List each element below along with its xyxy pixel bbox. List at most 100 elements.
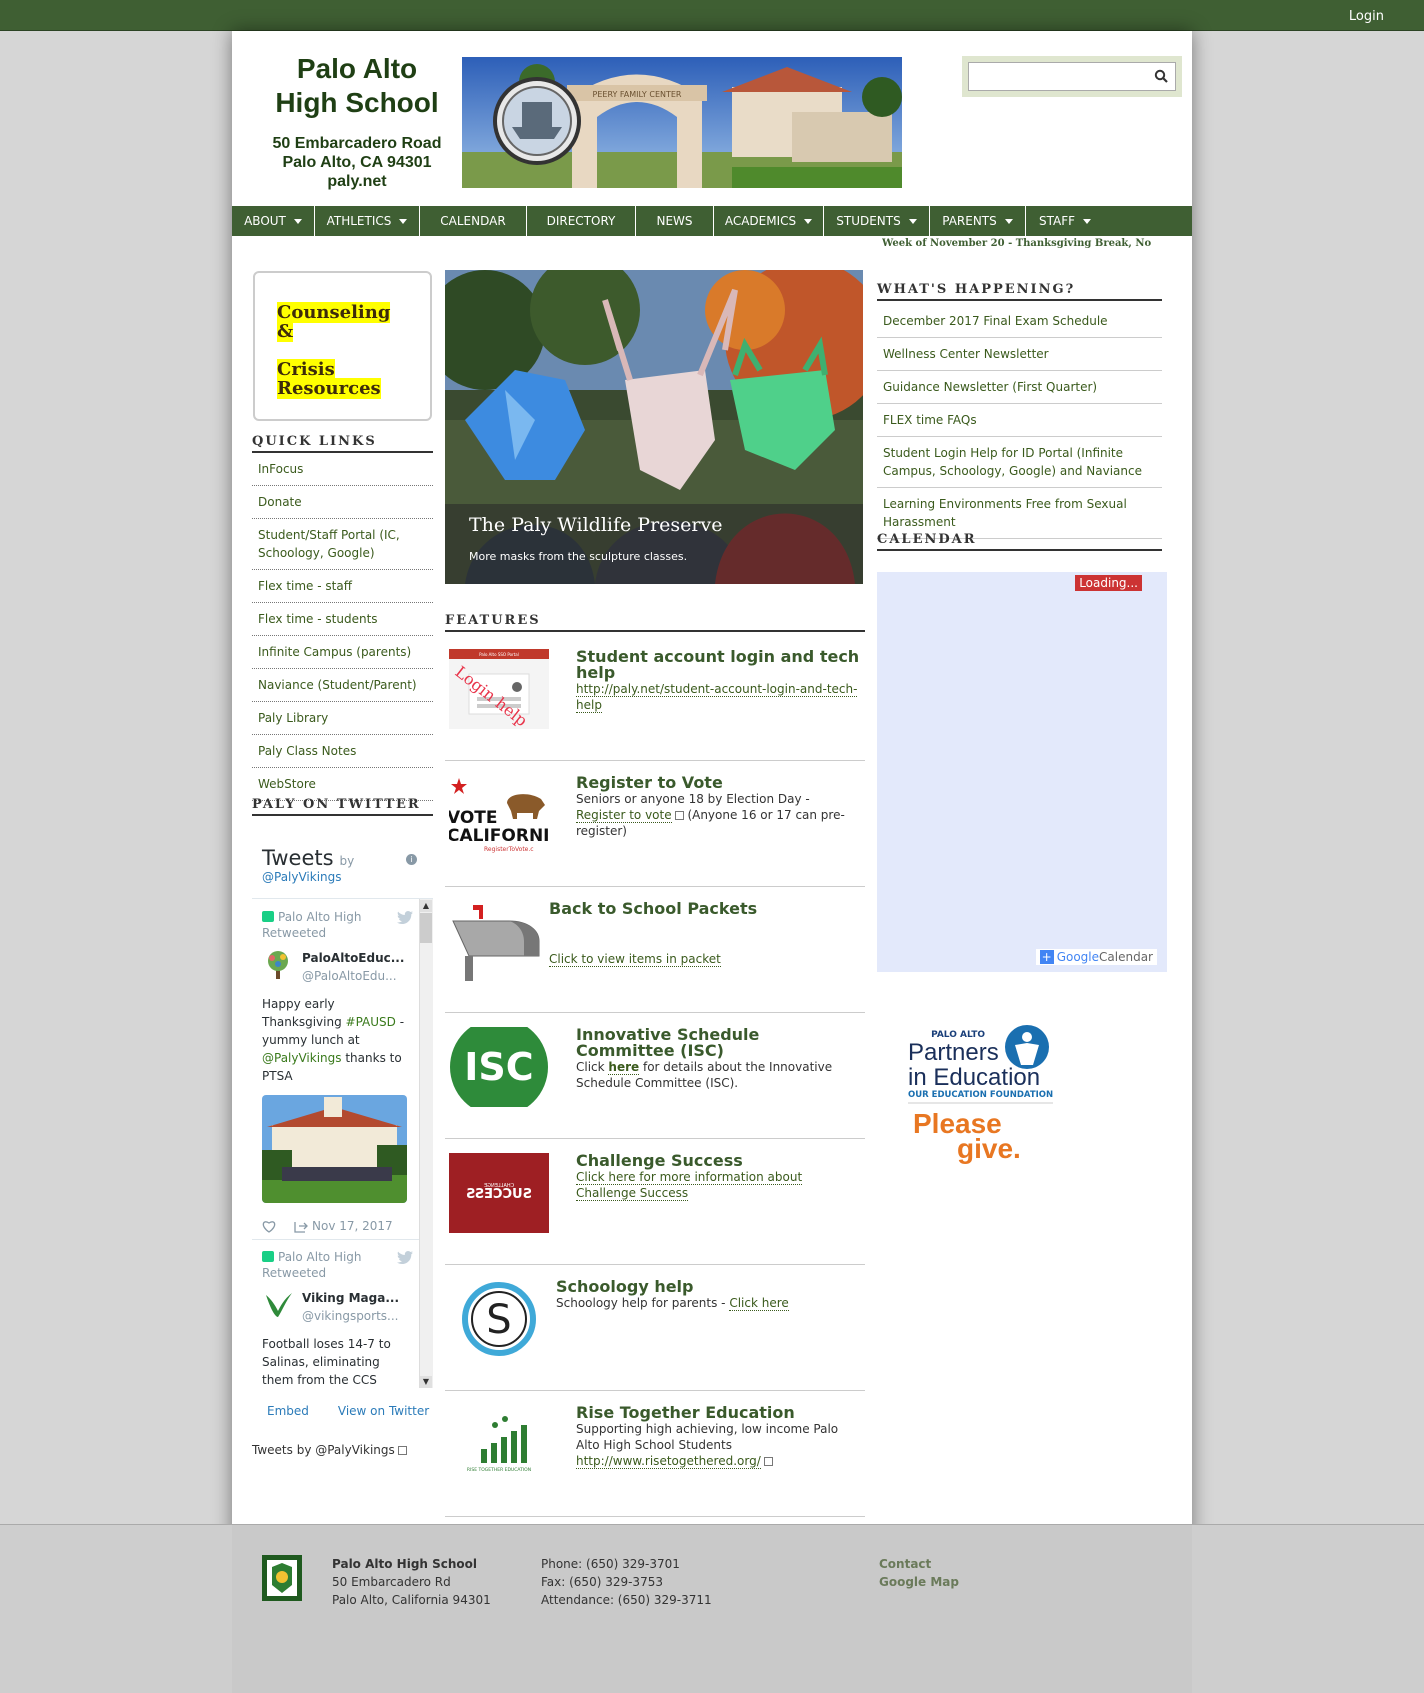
feature-title[interactable]: Challenge Success: [576, 1153, 861, 1169]
contact-link[interactable]: Contact: [879, 1555, 959, 1573]
feature-image[interactable]: VOTE CALIFORNI RegisterToVote.c: [449, 775, 549, 855]
google-calendar-button[interactable]: + GoogleCalendar: [1035, 949, 1157, 965]
whats-happening-item: December 2017 Final Exam Schedule: [877, 305, 1162, 338]
feature-title[interactable]: Back to School Packets: [549, 901, 861, 917]
google-calendar-embed[interactable]: Loading... + GoogleCalendar: [877, 572, 1167, 972]
quick-link[interactable]: Flex time - staff: [258, 579, 352, 593]
quick-link-item: Donate: [252, 486, 433, 519]
nav-academics[interactable]: ACADEMICS: [714, 206, 824, 236]
feature-title[interactable]: Schoology help: [556, 1279, 861, 1295]
retweeted-by[interactable]: Palo Alto High: [278, 910, 362, 924]
mention-link[interactable]: @PalyVikings: [262, 1051, 342, 1065]
tweet-date[interactable]: Nov 17, 2017: [312, 1217, 393, 1235]
nav-label: ACADEMICS: [724, 214, 797, 228]
feature-link[interactable]: Click to view items in packet: [549, 952, 721, 967]
nav-staff[interactable]: STAFF: [1026, 206, 1104, 236]
tweet-text: Happy early Thanksgiving #PAUSD - yummy …: [262, 995, 409, 1085]
info-icon[interactable]: i: [406, 854, 417, 865]
nav-news[interactable]: NEWS: [636, 206, 714, 236]
google-map-link[interactable]: Google Map: [879, 1573, 959, 1591]
tweet-photo[interactable]: [262, 1095, 407, 1203]
scroll-down-arrow[interactable]: ▼: [420, 1376, 432, 1388]
tweet-author-handle[interactable]: @vikingsports...: [302, 1307, 410, 1325]
nav-calendar[interactable]: CALENDAR: [420, 206, 527, 236]
external-link-icon: [763, 1457, 773, 1466]
nav-about[interactable]: ABOUT: [232, 206, 315, 236]
feature-title[interactable]: Innovative Schedule Committee (ISC): [576, 1027, 861, 1059]
nav-students[interactable]: STUDENTS: [824, 206, 930, 236]
tweets-title: Tweets by: [252, 830, 433, 870]
tweet-author-name[interactable]: PaloAltoEduc...: [302, 949, 410, 967]
quick-link[interactable]: InFocus: [258, 462, 303, 476]
feature-body: Register to Vote Seniors or anyone 18 by…: [576, 775, 861, 839]
feature-link[interactable]: http://www.risetogethered.org/: [576, 1454, 761, 1469]
slideshow[interactable]: The Paly Wildlife Preserve More masks fr…: [445, 270, 863, 584]
quick-link[interactable]: Donate: [258, 495, 302, 509]
twitter-handle-link[interactable]: @PalyVikings: [252, 870, 433, 884]
retweeted-by[interactable]: Palo Alto High: [278, 1250, 362, 1264]
quick-link[interactable]: WebStore: [258, 777, 316, 791]
school-logo-text[interactable]: Palo Alto High School 50 Embarcadero Roa…: [262, 52, 452, 191]
tweet-scrollbar[interactable]: ▲ ▼: [419, 899, 433, 1388]
feature-link[interactable]: Click here: [729, 1296, 789, 1311]
school-crest-logo[interactable]: [262, 1555, 302, 1601]
partners-in-education-ad[interactable]: PALO ALTO Partners in Education OUR EDUC…: [905, 1015, 1065, 1170]
search-icon[interactable]: [1154, 69, 1168, 83]
whats-happening-link[interactable]: Student Login Help for ID Portal (Infini…: [883, 446, 1142, 478]
feature-link[interactable]: Click here for more information about Ch…: [576, 1170, 803, 1201]
avatar[interactable]: [262, 949, 294, 981]
tweet-scroll-area[interactable]: Palo Alto High Retweeted PaloAltoEduc... …: [252, 898, 433, 1388]
view-on-twitter-link[interactable]: View on Twitter: [338, 1404, 429, 1418]
feature-title[interactable]: Student account login and tech help: [576, 649, 861, 681]
tweet-author-name[interactable]: Viking Maga...: [302, 1289, 410, 1307]
heart-icon[interactable]: [262, 1220, 276, 1233]
pie-ad-text: OUR EDUCATION FOUNDATION: [908, 1090, 1053, 1100]
avatar[interactable]: [262, 1289, 294, 1321]
feature-body: Challenge Success Click here for more in…: [576, 1153, 861, 1201]
nav-parents[interactable]: PARENTS: [930, 206, 1026, 236]
whats-happening-link[interactable]: Learning Environments Free from Sexual H…: [883, 497, 1127, 529]
schoology-logo-image[interactable]: S: [449, 1279, 549, 1359]
tweet[interactable]: Palo Alto High Retweeted Viking Maga... @…: [252, 1249, 419, 1388]
whats-happening-link[interactable]: Guidance Newsletter (First Quarter): [883, 380, 1097, 394]
nav-directory[interactable]: DIRECTORY: [527, 206, 636, 236]
news-ticker[interactable]: Week of November 20 - Thanksgiving Break…: [882, 238, 1152, 249]
quick-link[interactable]: Paly Library: [258, 711, 328, 725]
challenge-success-image[interactable]: SUCCESS CHALLENGE: [449, 1153, 549, 1233]
quick-link[interactable]: Paly Class Notes: [258, 744, 356, 758]
counseling-crisis-resources-button[interactable]: Counseling & Crisis Resources: [253, 271, 432, 421]
feature-link[interactable]: http://paly.net/student-account-login-an…: [576, 682, 858, 713]
search-input[interactable]: [968, 62, 1176, 91]
nav-athletics[interactable]: ATHLETICS: [315, 206, 420, 236]
scrollbar-thumb[interactable]: [420, 913, 432, 943]
feature-image[interactable]: Palo Alto SSO Portal Login help: [449, 649, 549, 729]
scroll-up-arrow[interactable]: ▲: [420, 900, 432, 912]
login-link[interactable]: Login: [1349, 9, 1384, 24]
feature-title[interactable]: Register to Vote: [576, 775, 861, 791]
hashtag-link[interactable]: #PAUSD: [346, 1015, 396, 1029]
whats-happening-link[interactable]: Wellness Center Newsletter: [883, 347, 1049, 361]
whats-happening-link[interactable]: FLEX time FAQs: [883, 413, 977, 427]
feature-item: ISC Innovative Schedule Committee (ISC) …: [445, 1013, 865, 1139]
tweet-author-handle[interactable]: @PaloAltoEdu...: [302, 967, 410, 985]
share-icon[interactable]: [294, 1220, 308, 1233]
isc-logo-image[interactable]: ISC: [449, 1027, 549, 1107]
feature-title[interactable]: Rise Together Education: [576, 1405, 861, 1421]
top-bar: Login: [0, 0, 1424, 31]
whats-happening-link[interactable]: December 2017 Final Exam Schedule: [883, 314, 1108, 328]
quick-link[interactable]: Naviance (Student/Parent): [258, 678, 417, 692]
embed-link[interactable]: Embed: [267, 1404, 309, 1418]
footer-phone: Phone: (650) 329-3701: [541, 1557, 680, 1571]
quick-link[interactable]: Infinite Campus (parents): [258, 645, 411, 659]
tweets-by-link[interactable]: Tweets by @PalyVikings: [252, 1443, 407, 1457]
tweet[interactable]: Palo Alto High Retweeted PaloAltoEduc... …: [252, 909, 419, 1235]
feature-link[interactable]: Register to vote: [576, 808, 672, 823]
quick-link[interactable]: Flex time - students: [258, 612, 378, 626]
twitter-bird-icon[interactable]: [397, 1251, 413, 1264]
slide-title[interactable]: The Paly Wildlife Preserve: [469, 512, 839, 538]
mailbox-image[interactable]: [449, 901, 549, 981]
quick-link[interactable]: Student/Staff Portal (IC, Schoology, Goo…: [258, 528, 400, 560]
feature-link[interactable]: here: [608, 1060, 640, 1075]
twitter-bird-icon[interactable]: [397, 911, 413, 924]
rise-together-logo-image[interactable]: RISE TOGETHER EDUCATION: [449, 1405, 549, 1485]
